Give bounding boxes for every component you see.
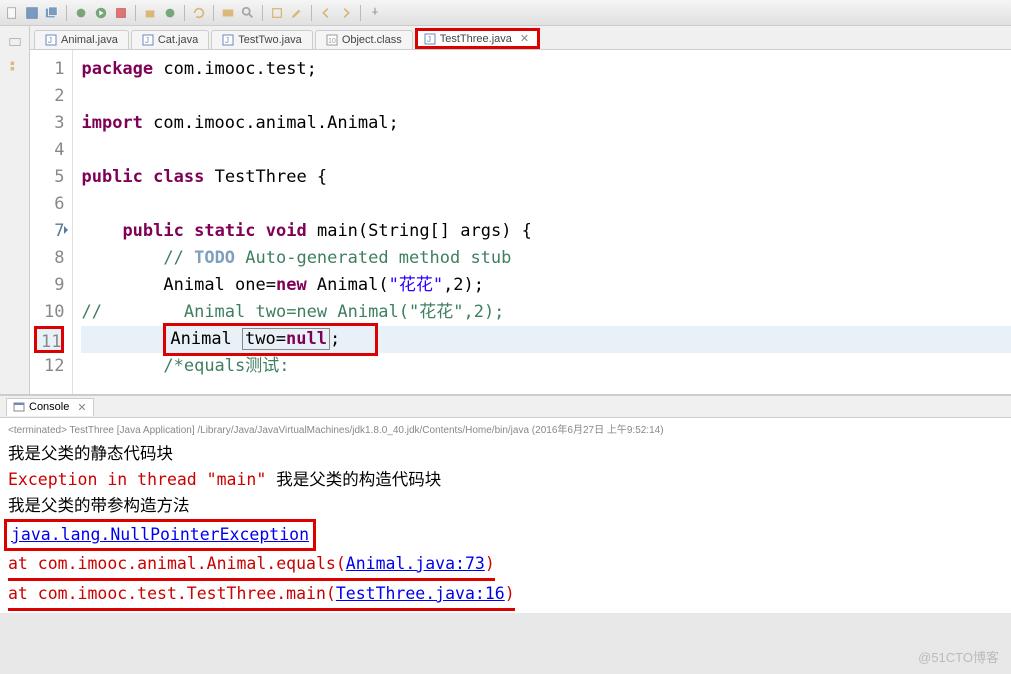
close-icon[interactable]: ✕ bbox=[520, 32, 529, 45]
svg-text:J: J bbox=[48, 36, 52, 45]
console-output[interactable]: 我是父类的静态代码块 Exception in thread "main" 我是… bbox=[0, 439, 1011, 613]
console-panel: Console ✕ <terminated> TestThree [Java A… bbox=[0, 394, 1011, 613]
pin-icon[interactable] bbox=[367, 5, 383, 21]
tab-label: Object.class bbox=[342, 34, 402, 46]
tab-animal[interactable]: J Animal.java bbox=[34, 30, 129, 49]
editor-tab-bar: J Animal.java J Cat.java J TestTwo.java 10 O… bbox=[30, 26, 1011, 50]
toggle-mark-icon[interactable] bbox=[269, 5, 285, 21]
main-toolbar bbox=[0, 0, 1011, 26]
highlighted-code: Animal two=null; bbox=[163, 323, 378, 356]
open-type-icon[interactable] bbox=[220, 5, 236, 21]
save-icon[interactable] bbox=[24, 5, 40, 21]
console-tab[interactable]: Console ✕ bbox=[6, 398, 94, 416]
console-line: at com.imooc.animal.Animal.equals(Animal… bbox=[8, 551, 1003, 581]
save-all-icon[interactable] bbox=[44, 5, 60, 21]
svg-text:10: 10 bbox=[328, 38, 336, 45]
refresh-icon[interactable] bbox=[191, 5, 207, 21]
console-line: Exception in thread "main" 我是父类的构造代码块 bbox=[8, 467, 1003, 493]
tab-label: Animal.java bbox=[61, 34, 118, 46]
svg-text:J: J bbox=[427, 35, 431, 44]
code-content[interactable]: package com.imooc.test; import com.imooc… bbox=[73, 50, 1011, 394]
tab-label: TestTwo.java bbox=[238, 34, 302, 46]
debug-icon[interactable] bbox=[73, 5, 89, 21]
console-line: at com.imooc.test.TestThree.main(TestThr… bbox=[8, 581, 1003, 611]
stacktrace-link[interactable]: TestThree.java:16 bbox=[336, 584, 505, 603]
stacktrace-link[interactable]: Animal.java:73 bbox=[346, 554, 485, 573]
console-line: 我是父类的静态代码块 bbox=[8, 441, 1003, 467]
restore-icon[interactable] bbox=[7, 34, 23, 50]
tab-testtwo[interactable]: J TestTwo.java bbox=[211, 30, 313, 49]
run-icon[interactable] bbox=[93, 5, 109, 21]
tab-testthree[interactable]: J TestThree.java ✕ bbox=[415, 28, 540, 49]
exception-link[interactable]: java.lang.NullPointerException bbox=[11, 525, 309, 544]
new-icon[interactable] bbox=[4, 5, 20, 21]
console-tab-label: Console bbox=[29, 401, 69, 413]
console-status: <terminated> TestThree [Java Application… bbox=[0, 418, 1011, 439]
tab-object[interactable]: 10 Object.class bbox=[315, 30, 413, 49]
tab-cat[interactable]: J Cat.java bbox=[131, 30, 209, 49]
class-icon[interactable] bbox=[162, 5, 178, 21]
line-gutter: 1 2 3 4 5 6 7 8 9 10 11 12 bbox=[30, 50, 73, 394]
console-line: 我是父类的带参构造方法 bbox=[8, 493, 1003, 519]
nav-back-icon[interactable] bbox=[318, 5, 334, 21]
run-ext-icon[interactable] bbox=[113, 5, 129, 21]
search-icon[interactable] bbox=[240, 5, 256, 21]
nav-forward-icon[interactable] bbox=[338, 5, 354, 21]
close-icon[interactable]: ✕ bbox=[77, 401, 86, 414]
console-line-exception: java.lang.NullPointerException bbox=[8, 519, 1003, 551]
left-gutter bbox=[0, 26, 30, 394]
tab-label: TestThree.java bbox=[440, 33, 512, 45]
code-editor[interactable]: 1 2 3 4 5 6 7 8 9 10 11 12 package com.i… bbox=[30, 50, 1011, 394]
svg-text:J: J bbox=[145, 36, 149, 45]
watermark: @51CTO博客 bbox=[918, 647, 999, 666]
outline-icon[interactable] bbox=[7, 58, 23, 74]
tab-label: Cat.java bbox=[158, 34, 198, 46]
package-icon[interactable] bbox=[142, 5, 158, 21]
svg-text:J: J bbox=[225, 36, 229, 45]
console-icon bbox=[13, 401, 25, 413]
edit-icon[interactable] bbox=[289, 5, 305, 21]
